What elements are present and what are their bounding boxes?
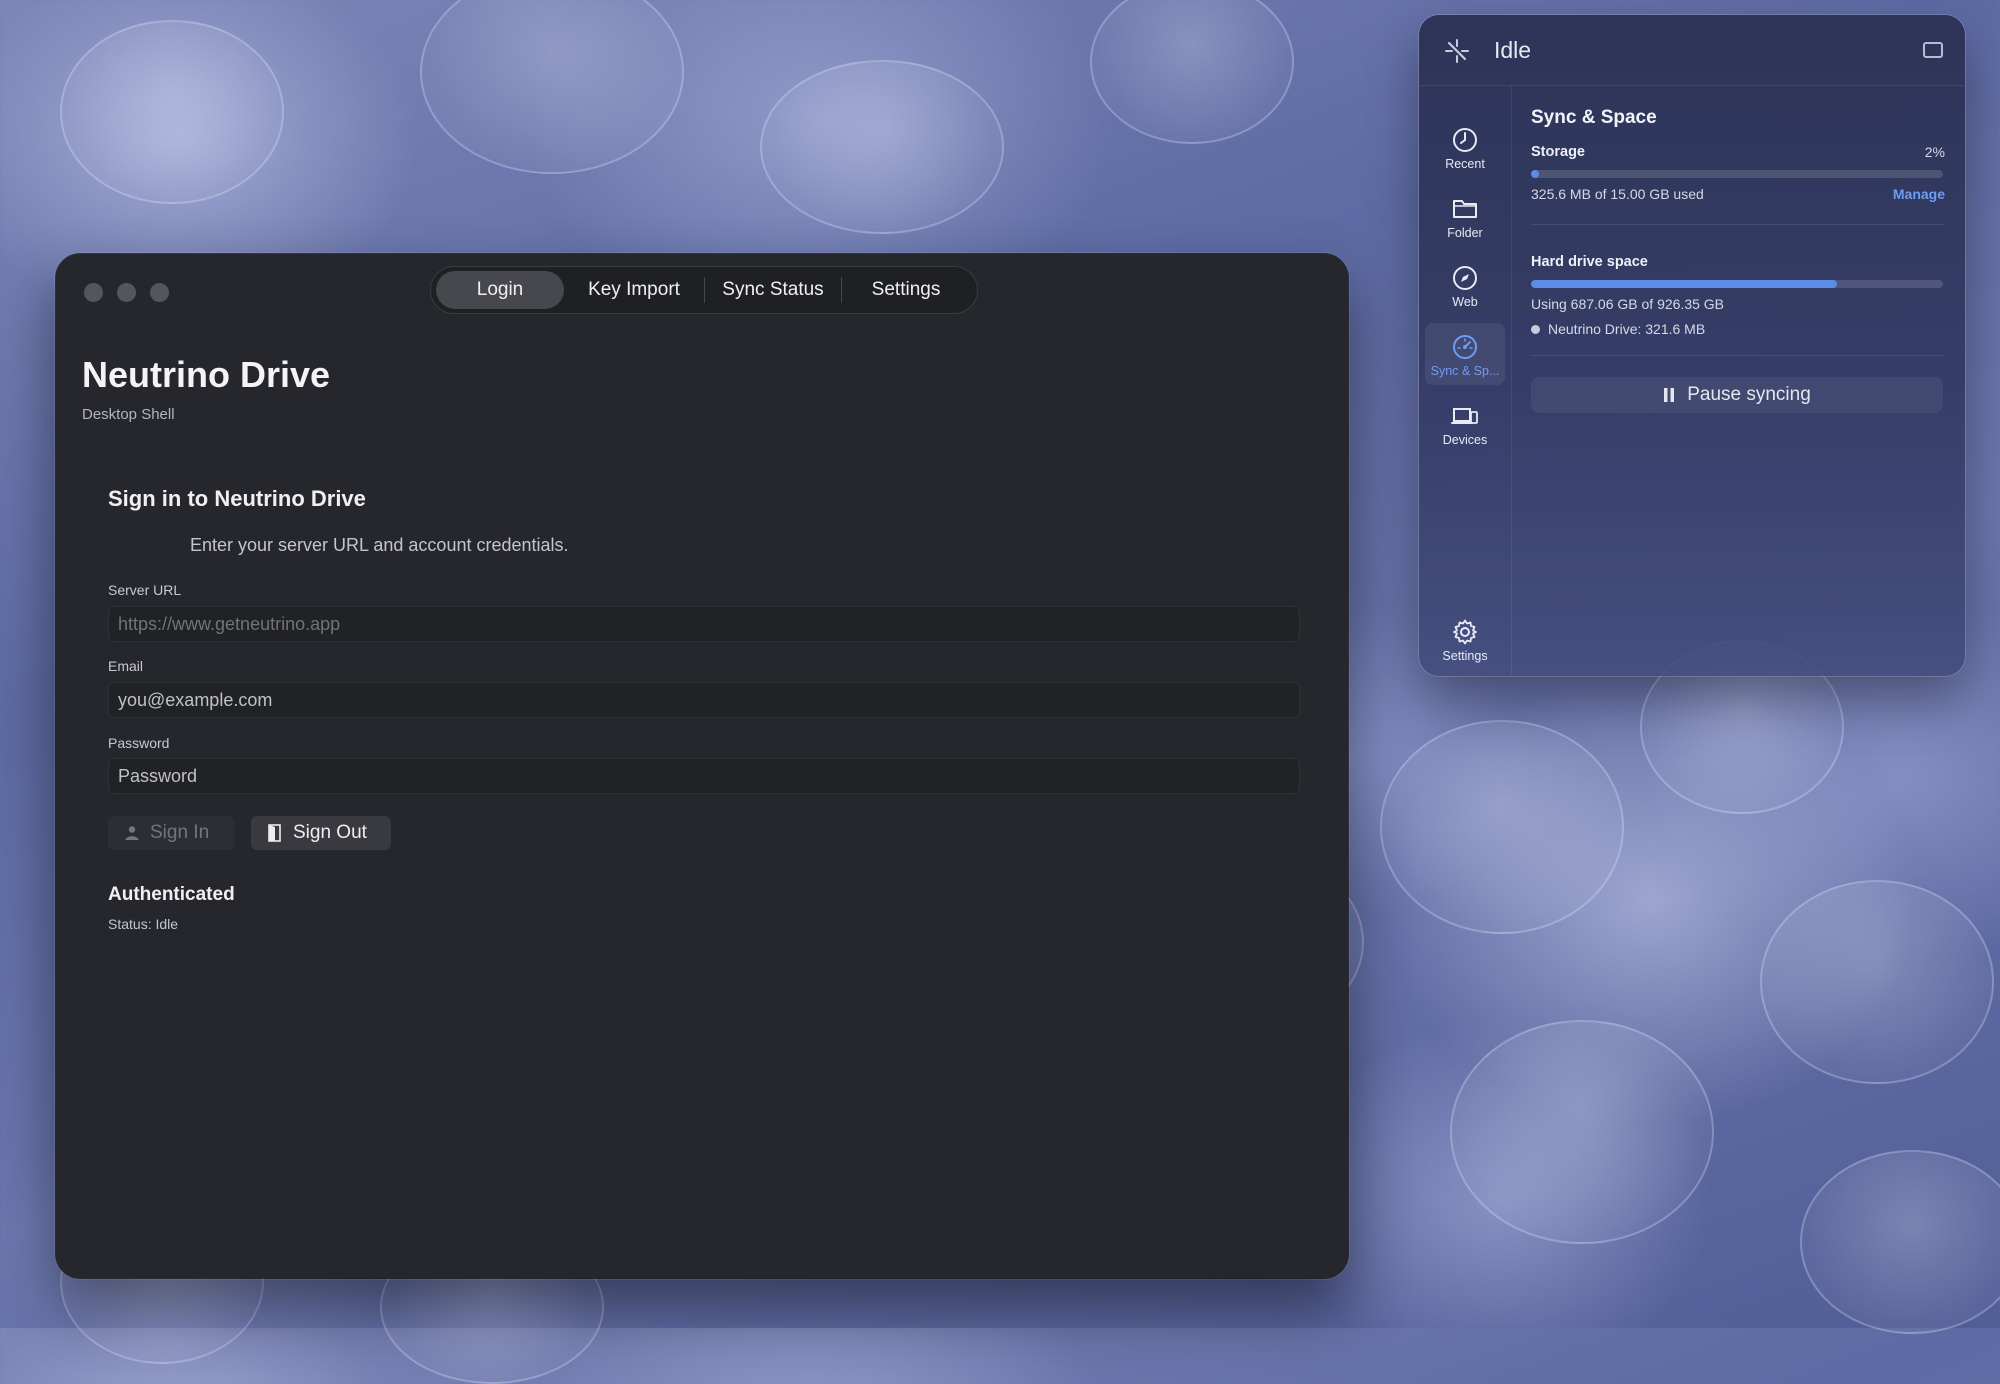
sidebar-item-label: Sync & Sp...	[1430, 364, 1500, 378]
tab-settings[interactable]: Settings	[842, 271, 970, 309]
hard-drive-bar-fill	[1531, 280, 1837, 288]
storage-bar-fill	[1531, 170, 1540, 178]
storage-used-text: 325.6 MB of 15.00 GB used	[1531, 186, 1704, 202]
door-exit-icon	[268, 824, 281, 842]
sidebar-item-recent[interactable]: Recent	[1425, 116, 1505, 178]
compass-icon	[1453, 266, 1477, 290]
clock-icon	[1453, 128, 1477, 152]
signin-heading: Sign in to Neutrino Drive	[108, 486, 366, 511]
sidebar-item-devices[interactable]: Devices	[1425, 392, 1505, 454]
password-input[interactable]	[108, 758, 1300, 794]
tab-key-import[interactable]: Key Import	[564, 271, 704, 309]
sync-panel: Idle Recent Folder Web Sync & Sp... Devi…	[1419, 15, 1965, 676]
sign-in-label: Sign In	[150, 822, 210, 843]
app-title: Neutrino Drive	[82, 354, 331, 395]
hard-drive-bar	[1531, 280, 1943, 288]
devices-icon	[1451, 408, 1478, 424]
gauge-icon	[1453, 335, 1477, 359]
person-icon	[125, 826, 139, 840]
section-divider	[1531, 224, 1945, 225]
email-label: Email	[108, 658, 144, 674]
section-divider	[1531, 355, 1945, 356]
sign-out-label: Sign Out	[293, 822, 367, 843]
storage-label: Storage	[1531, 144, 1585, 160]
signin-description: Enter your server URL and account creden…	[190, 535, 569, 555]
password-label: Password	[108, 735, 170, 751]
sidebar-item-label: Recent	[1445, 157, 1485, 171]
tab-bar: Login Key Import Sync Status Settings	[430, 266, 978, 314]
panel-sidebar: Recent Folder Web Sync & Sp... Devices S…	[1419, 86, 1512, 676]
tab-login[interactable]: Login	[436, 271, 564, 309]
tab-sync-status[interactable]: Sync Status	[705, 271, 841, 309]
zoom-window-button[interactable]	[150, 283, 169, 302]
sidebar-item-label: Settings	[1442, 649, 1488, 663]
pause-syncing-label: Pause syncing	[1687, 384, 1811, 405]
pause-syncing-button[interactable]: Pause syncing	[1531, 377, 1943, 413]
hard-drive-label: Hard drive space	[1531, 254, 1648, 270]
sidebar-item-folder[interactable]: Folder	[1425, 185, 1505, 247]
server-url-input[interactable]	[108, 606, 1300, 642]
minimize-window-button[interactable]	[117, 283, 136, 302]
sidebar-item-sync-space[interactable]: Sync & Sp...	[1425, 323, 1505, 385]
sync-disabled-icon	[1445, 39, 1469, 63]
sidebar-item-web[interactable]: Web	[1425, 254, 1505, 316]
manage-link[interactable]: Manage	[1893, 186, 1945, 202]
sidebar-item-label: Web	[1452, 295, 1478, 309]
auth-heading: Authenticated	[108, 884, 235, 905]
sidebar-item-label: Folder	[1447, 226, 1483, 240]
main-window: Login Key Import Sync Status Settings Ne…	[56, 254, 1348, 1278]
sync-status-text: Idle	[1494, 37, 1532, 63]
sidebar-item-settings[interactable]: Settings	[1425, 608, 1505, 670]
usage-dot-icon	[1531, 324, 1540, 334]
close-window-button[interactable]	[84, 283, 103, 302]
window-icon[interactable]	[1923, 42, 1943, 58]
window-controls	[84, 283, 169, 302]
folder-icon	[1453, 200, 1477, 218]
app-usage-text: Neutrino Drive: 321.6 MB	[1548, 321, 1706, 337]
app-usage-row: Neutrino Drive: 321.6 MB	[1531, 321, 1705, 337]
sign-in-button[interactable]: Sign In	[108, 816, 234, 850]
pause-icon	[1664, 388, 1675, 402]
hard-drive-using-text: Using 687.06 GB of 926.35 GB	[1531, 296, 1725, 312]
panel-header: Idle	[1419, 15, 1965, 86]
section-title: Sync & Space	[1531, 107, 1657, 128]
email-input[interactable]	[108, 682, 1300, 718]
sign-out-button[interactable]: Sign Out	[251, 816, 391, 850]
auth-status: Status: Idle	[108, 916, 179, 932]
app-subtitle: Desktop Shell	[82, 406, 175, 423]
sidebar-item-label: Devices	[1442, 433, 1488, 447]
gear-icon	[1453, 619, 1477, 645]
server-url-label: Server URL	[108, 582, 182, 598]
storage-bar	[1531, 170, 1943, 178]
storage-percent: 2%	[1924, 144, 1945, 160]
